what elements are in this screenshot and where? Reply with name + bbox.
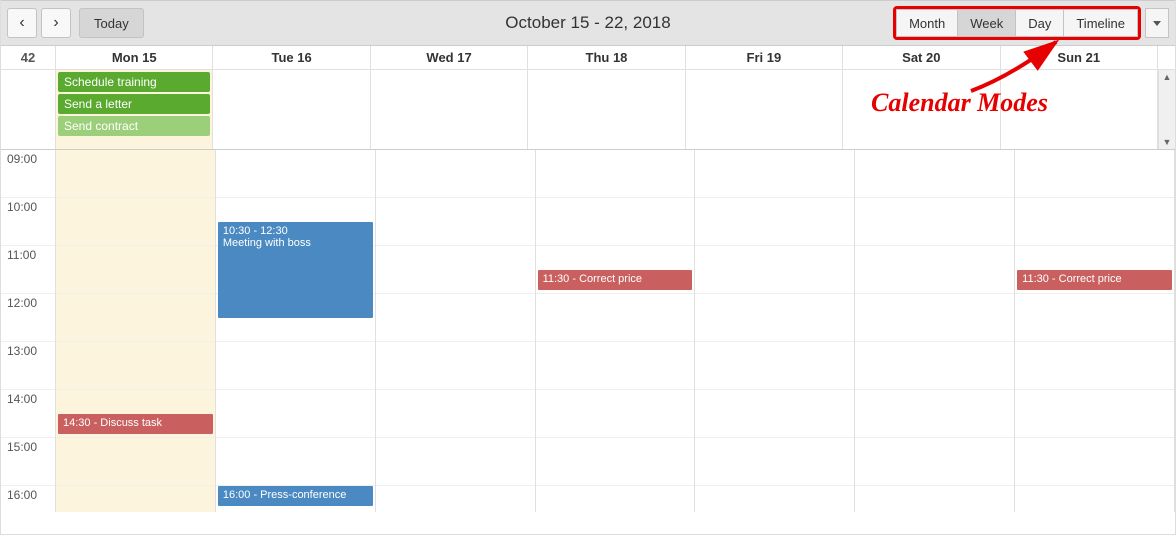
hour-label: 10:00 bbox=[1, 198, 55, 246]
hour-label: 14:00 bbox=[1, 390, 55, 438]
day-header-tue[interactable]: Tue 16 bbox=[213, 46, 370, 69]
allday-col-sat[interactable] bbox=[843, 70, 1000, 149]
allday-events-zone: Schedule training Send a letter Send con… bbox=[1, 70, 1175, 150]
day-col-thu[interactable]: 11:30 - Correct price bbox=[536, 150, 696, 512]
timegrid-scroll-area[interactable]: 09:00 10:00 11:00 12:00 13:00 14:00 15:0… bbox=[1, 150, 1175, 512]
timegrid: 09:00 10:00 11:00 12:00 13:00 14:00 15:0… bbox=[1, 150, 1175, 512]
allday-col-fri[interactable] bbox=[686, 70, 843, 149]
allday-col-mon[interactable]: Schedule training Send a letter Send con… bbox=[56, 70, 213, 149]
time-labels-column: 09:00 10:00 11:00 12:00 13:00 14:00 15:0… bbox=[1, 150, 56, 512]
hour-label: 15:00 bbox=[1, 438, 55, 486]
mode-day-button[interactable]: Day bbox=[1016, 9, 1064, 37]
allday-columns: Schedule training Send a letter Send con… bbox=[56, 70, 1158, 149]
view-mode-group: Month Week Day Timeline bbox=[893, 6, 1141, 40]
view-mode-dropdown-button[interactable] bbox=[1145, 8, 1169, 38]
allday-event[interactable]: Send contract bbox=[58, 116, 210, 136]
today-button[interactable]: Today bbox=[79, 8, 144, 38]
hour-label: 13:00 bbox=[1, 342, 55, 390]
allday-col-wed[interactable] bbox=[371, 70, 528, 149]
mode-month-button[interactable]: Month bbox=[896, 9, 958, 37]
day-header-thu[interactable]: Thu 18 bbox=[528, 46, 685, 69]
week-number-cell: 42 bbox=[1, 46, 56, 69]
calendar-event[interactable]: 11:30 - Correct price bbox=[1017, 270, 1172, 290]
day-header-wed[interactable]: Wed 17 bbox=[371, 46, 528, 69]
allday-event[interactable]: Send a letter bbox=[58, 94, 210, 114]
day-header-row: 42 Mon 15 Tue 16 Wed 17 Thu 18 Fri 19 Sa… bbox=[1, 46, 1175, 70]
hour-label: 12:00 bbox=[1, 294, 55, 342]
prev-button[interactable]: ‹ bbox=[7, 8, 37, 38]
mode-week-button[interactable]: Week bbox=[958, 9, 1016, 37]
allday-scroll-up-icon[interactable]: ▲ bbox=[1163, 72, 1172, 82]
day-col-mon[interactable]: 14:30 - Discuss task bbox=[56, 150, 216, 512]
allday-time-gutter bbox=[1, 70, 56, 149]
hour-label: 09:00 bbox=[1, 150, 55, 198]
next-button[interactable]: › bbox=[41, 8, 71, 38]
event-time-range: 10:30 - 12:30 bbox=[223, 225, 368, 237]
day-columns-area: 14:30 - Discuss task 10:30 - 12:30 Meeti… bbox=[56, 150, 1175, 512]
chevron-left-icon: ‹ bbox=[19, 14, 24, 32]
calendar-event[interactable]: 10:30 - 12:30 Meeting with boss bbox=[218, 222, 373, 318]
hour-label: 11:00 bbox=[1, 246, 55, 294]
calendar-toolbar: ‹ › Today October 15 - 22, 2018 Month We… bbox=[1, 0, 1175, 46]
allday-col-sun[interactable] bbox=[1001, 70, 1158, 149]
day-header-sun[interactable]: Sun 21 bbox=[1001, 46, 1158, 69]
calendar-event[interactable]: 11:30 - Correct price bbox=[538, 270, 693, 290]
day-col-wed[interactable] bbox=[376, 150, 536, 512]
day-header-fri[interactable]: Fri 19 bbox=[686, 46, 843, 69]
day-col-tue[interactable]: 10:30 - 12:30 Meeting with boss 16:00 - … bbox=[216, 150, 376, 512]
calendar-event[interactable]: 14:30 - Discuss task bbox=[58, 414, 213, 434]
calendar-event[interactable]: 16:00 - Press-conference bbox=[218, 486, 373, 506]
calendar-week-view: ‹ › Today October 15 - 22, 2018 Month We… bbox=[0, 0, 1176, 535]
nav-button-group: ‹ › Today bbox=[7, 8, 144, 38]
day-col-sat[interactable] bbox=[855, 150, 1015, 512]
allday-scroll-down-icon[interactable]: ▼ bbox=[1163, 137, 1172, 147]
event-title: Meeting with boss bbox=[223, 237, 368, 249]
day-header-mon[interactable]: Mon 15 bbox=[56, 46, 213, 69]
day-col-sun[interactable]: 11:30 - Correct price bbox=[1015, 150, 1175, 512]
caret-down-icon bbox=[1153, 21, 1161, 26]
chevron-right-icon: › bbox=[53, 14, 58, 32]
mode-timeline-button[interactable]: Timeline bbox=[1064, 9, 1138, 37]
allday-scroll-control: ▲ ▼ bbox=[1158, 70, 1175, 149]
allday-col-thu[interactable] bbox=[528, 70, 685, 149]
allday-event[interactable]: Schedule training bbox=[58, 72, 210, 92]
day-header-sat[interactable]: Sat 20 bbox=[843, 46, 1000, 69]
scroll-gutter-header bbox=[1158, 46, 1175, 69]
day-col-fri[interactable] bbox=[695, 150, 855, 512]
date-range-title: October 15 - 22, 2018 bbox=[505, 13, 670, 33]
hour-label: 16:00 bbox=[1, 486, 55, 512]
allday-col-tue[interactable] bbox=[213, 70, 370, 149]
